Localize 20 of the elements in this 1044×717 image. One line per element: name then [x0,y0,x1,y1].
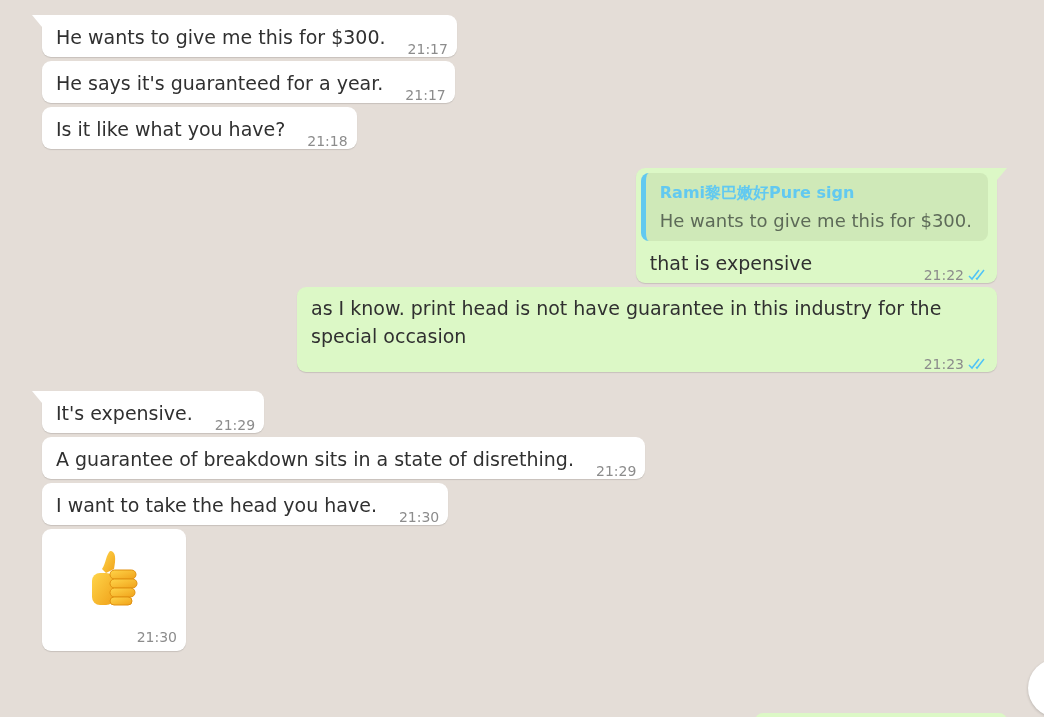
message-text: A guarantee of breakdown sits in a state of disrething. [56,447,574,472]
message-time: 21:29 [595,463,637,479]
message-text: It's expensive. [56,401,193,426]
message-time: 21:30 [136,629,177,645]
quoted-message[interactable]: Rami黎巴嫩好Pure sign He wants to give me this for $300. [640,173,988,241]
message-text: He wants to give me this for $300. [56,25,386,50]
message-time: 21:18 [307,133,348,149]
message-time: 21:23 [923,356,964,372]
message-time: 21:30 [398,509,440,525]
message-time: 21:17 [407,41,448,57]
message-text: as I know. print head is not have guarantee in this industry for the special occasion [311,296,943,349]
message-time: 21:17 [405,87,446,103]
quote-text: He wants to give me this for $300. [659,210,972,231]
message-text: He says it's guaranteed for a year. [56,71,384,96]
quote-author: Rami黎巴嫩好Pure sign [659,183,856,204]
message-text: I want to take the head you have. [56,493,377,518]
message-time: 21:29 [214,417,256,433]
message-text: that is expensive [649,251,813,276]
message-text: Is it like what you have? [56,117,286,142]
message-time: 21:22 [923,267,964,283]
